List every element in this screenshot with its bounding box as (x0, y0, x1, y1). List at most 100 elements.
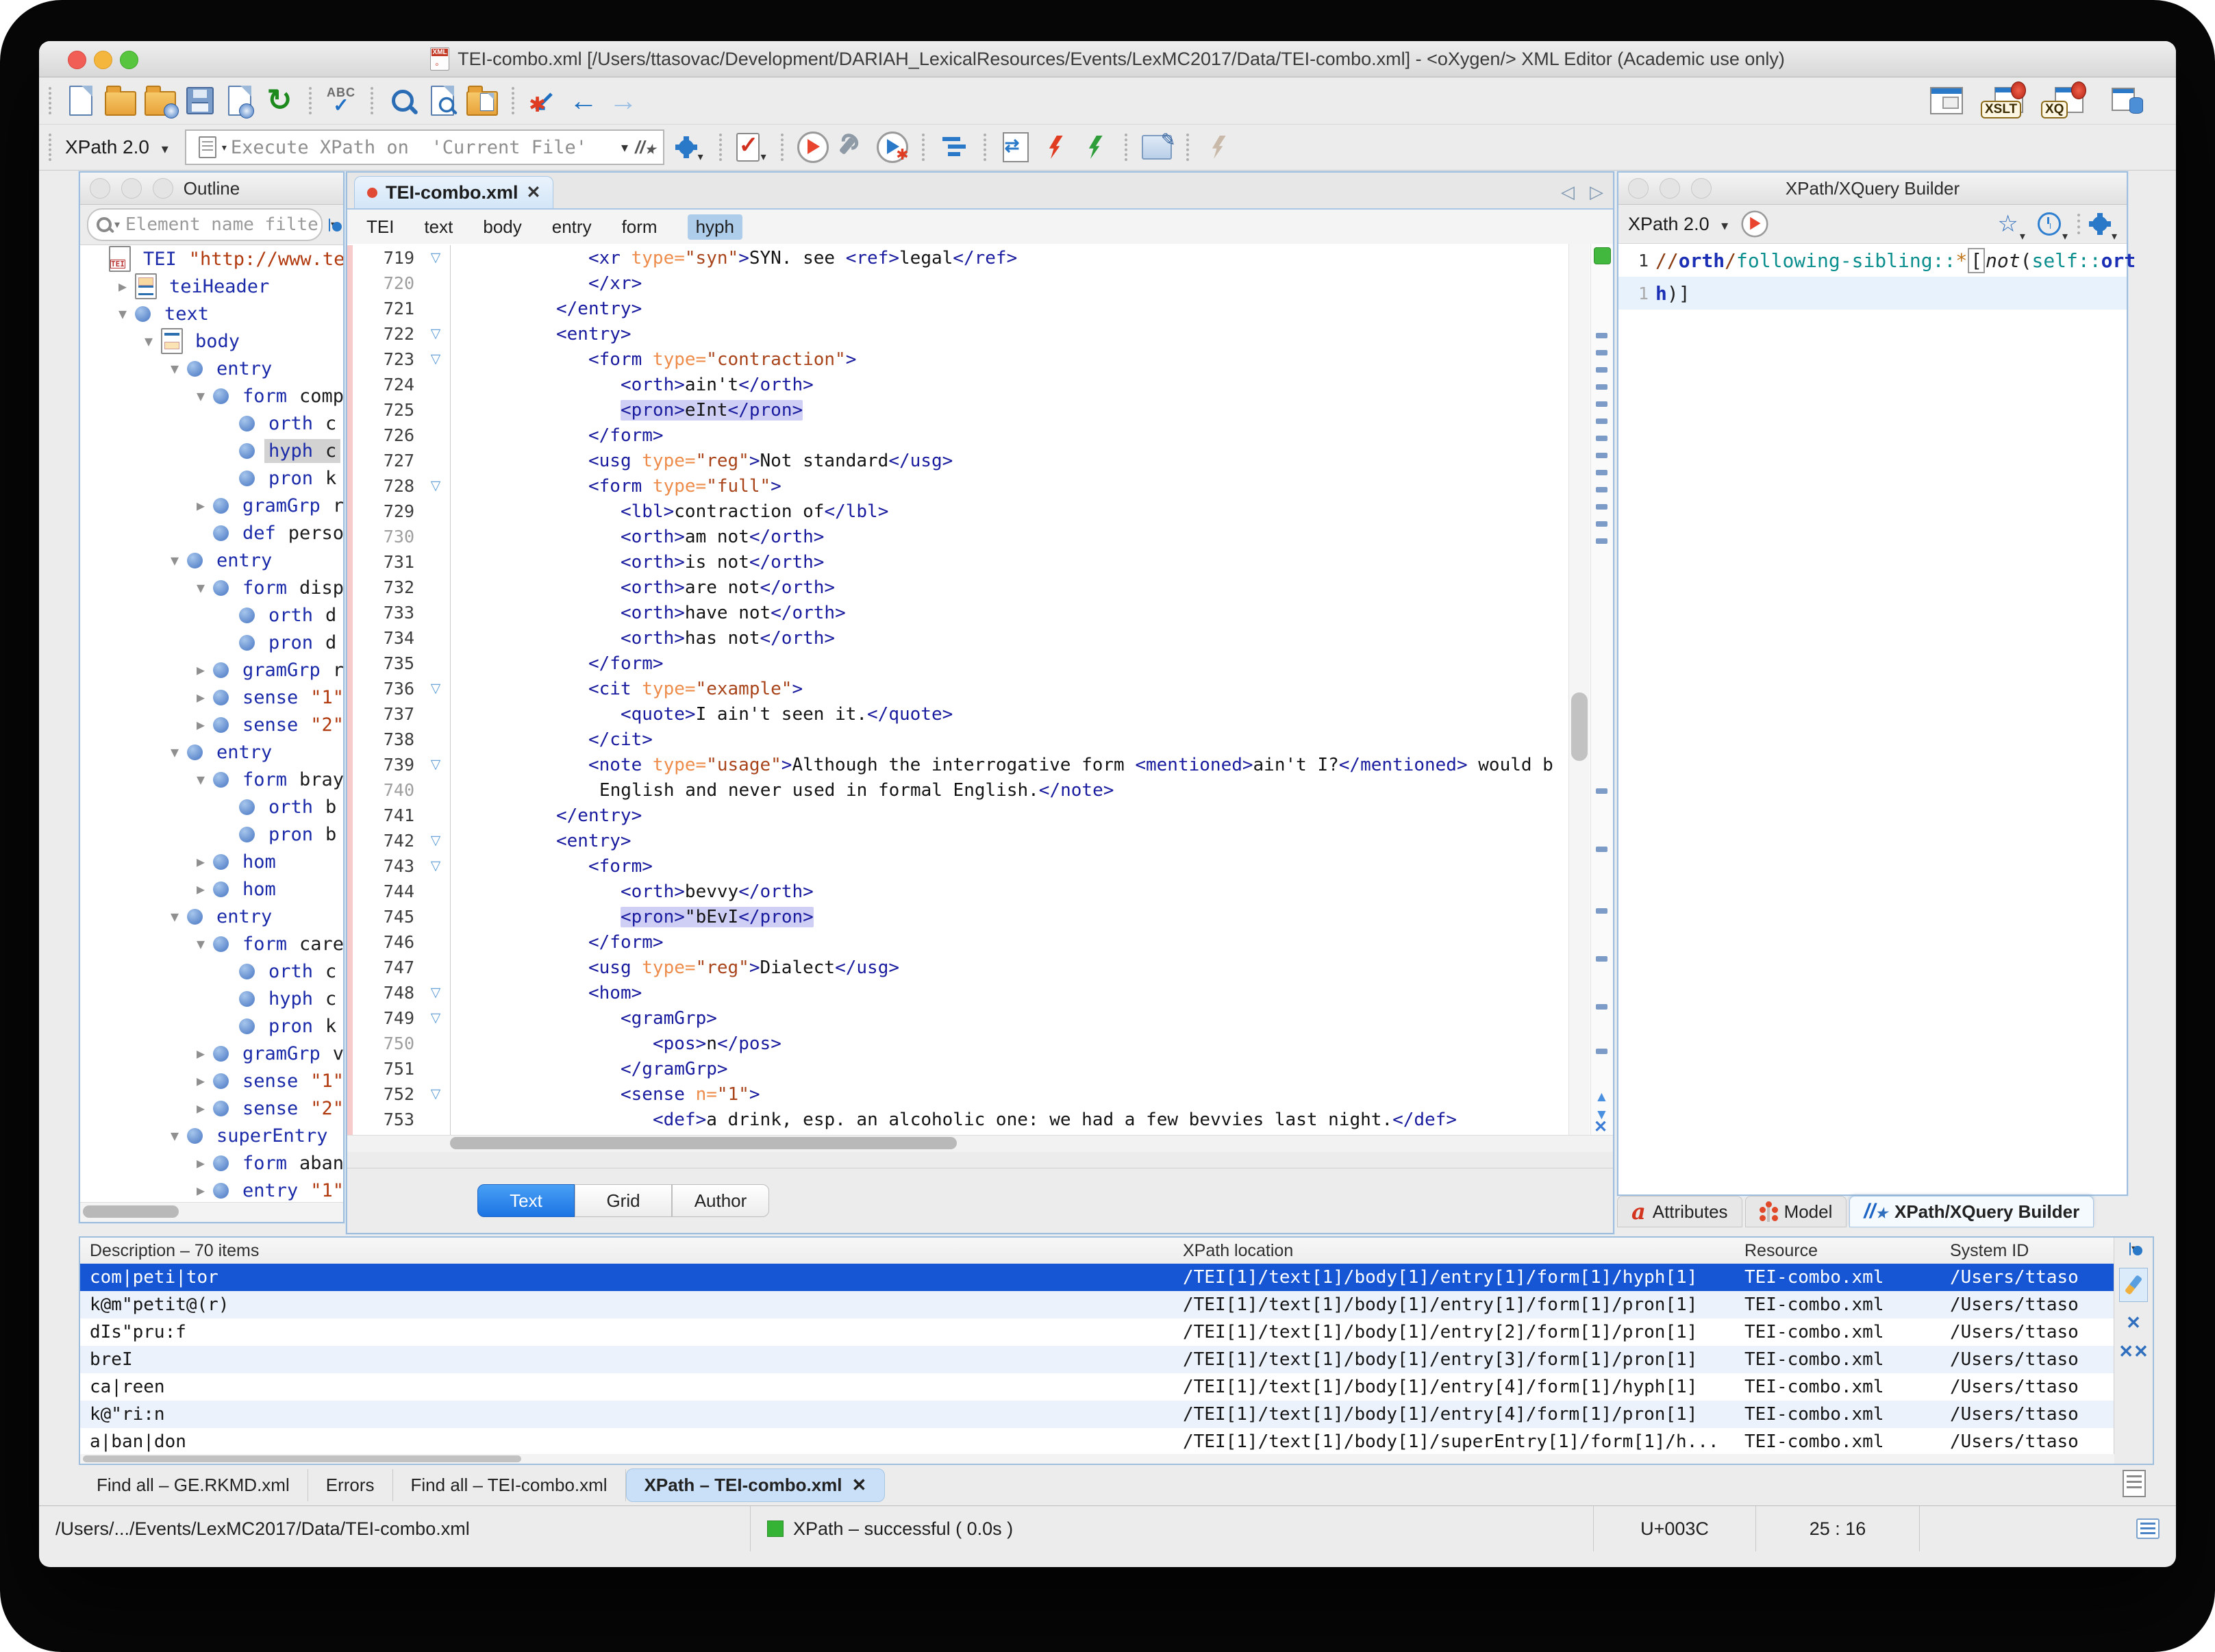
tab-attributes[interactable]: aAttributes (1617, 1196, 1742, 1227)
code-line-750[interactable]: 750<pos>n</pos> (347, 1031, 1568, 1056)
ruler-match-mark[interactable] (1596, 453, 1607, 458)
ruler-match-mark[interactable] (1596, 487, 1607, 492)
back-button[interactable]: ← (567, 84, 600, 117)
result-row[interactable]: breI/TEI[1]/text[1]/body[1]/entry[3]/for… (80, 1346, 2114, 1373)
outline-tree-item-TEI[interactable]: TEI"http://www.tei- (80, 245, 343, 273)
expanded-arrow-icon[interactable]: ▼ (162, 908, 187, 925)
fold-toggle-icon[interactable]: ▽ (421, 321, 451, 347)
editor-horizontal-scrollbar[interactable] (347, 1135, 1613, 1152)
code-line-748[interactable]: 748▽<hom> (347, 980, 1568, 1005)
expanded-arrow-icon[interactable]: ▼ (136, 333, 161, 349)
collapsed-arrow-icon[interactable]: ▶ (188, 662, 213, 678)
fold-toggle-icon[interactable]: ▽ (421, 752, 451, 777)
outline-tree-item-superEntry[interactable]: ▼superEntry (80, 1122, 343, 1149)
apply-transformation-button[interactable] (797, 131, 829, 164)
collapsed-arrow-icon[interactable]: ▶ (188, 1073, 213, 1089)
outline-tree-item-form[interactable]: ▼formcare (80, 930, 343, 958)
column-resource[interactable]: Resource (1744, 1241, 1950, 1261)
xpath-expression-line[interactable]: 1h)] (1618, 277, 2127, 310)
history-clock-button[interactable] (2038, 212, 2061, 236)
tab-model[interactable]: Model (1745, 1196, 1847, 1227)
fold-toggle-icon[interactable]: ▽ (421, 980, 451, 1005)
ruler-match-mark[interactable] (1596, 350, 1607, 355)
breadcrumb-item-text[interactable]: text (424, 216, 453, 238)
outline-tree-item-pron[interactable]: pronb (80, 821, 343, 848)
fold-toggle-icon[interactable]: ▽ (421, 676, 451, 701)
result-row[interactable]: a|ban|don/TEI[1]/text[1]/body[1]/superEn… (80, 1428, 2114, 1454)
results-report-icon[interactable] (2123, 1470, 2146, 1497)
builder-settings-button[interactable] (2090, 214, 2110, 234)
result-row[interactable]: dIs"pru:f/TEI[1]/text[1]/body[1]/entry[2… (80, 1318, 2114, 1346)
format-indent-button[interactable] (938, 131, 971, 164)
breadcrumb-item-body[interactable]: body (483, 216, 521, 238)
editor-vertical-scrollbar[interactable] (1568, 244, 1590, 1136)
outline-horizontal-scrollbar[interactable] (80, 1202, 343, 1222)
code-line-745[interactable]: 745<pron>"bEvI</pron> (347, 904, 1568, 929)
code-line-746[interactable]: 746</form> (347, 929, 1568, 955)
outline-tree-item-orth[interactable]: orthb (80, 793, 343, 821)
open-button[interactable] (104, 84, 137, 117)
code-line-740[interactable]: 740English and never used in formal Engl… (347, 777, 1568, 803)
find-in-files-button[interactable] (426, 84, 459, 117)
fold-toggle-icon[interactable]: ▽ (421, 473, 451, 499)
expanded-arrow-icon[interactable]: ▼ (162, 552, 187, 568)
debug-xslt-button[interactable]: XSLT (1990, 84, 2023, 117)
ruler-match-mark[interactable] (1596, 401, 1607, 407)
expanded-arrow-icon[interactable]: ▼ (110, 305, 135, 322)
ruler-match-mark[interactable] (1596, 367, 1607, 373)
code-line-721[interactable]: 721</entry> (347, 296, 1568, 321)
debug-xquery-button[interactable]: XQ (2051, 84, 2083, 117)
outline-tree-item-hom[interactable]: ▶hom (80, 848, 343, 875)
expanded-arrow-icon[interactable]: ▼ (162, 744, 187, 760)
scrollbar-thumb[interactable] (1571, 692, 1588, 761)
outline-tree-item-pron[interactable]: pronk (80, 1012, 343, 1040)
outline-tree-item-form[interactable]: ▶formaban (80, 1149, 343, 1177)
column-description[interactable]: Description – 70 items (80, 1241, 1183, 1261)
code-line-719[interactable]: 719▽<xr type="syn">SYN. see <ref>legal</… (347, 245, 1568, 271)
fold-toggle-icon[interactable]: ▽ (421, 1005, 451, 1031)
xpath-settings-button[interactable]: ▾ (673, 131, 706, 164)
code-line-741[interactable]: 741</entry> (347, 803, 1568, 828)
outline-tree-item-hyph[interactable]: hyphc (80, 985, 343, 1012)
code-line-739[interactable]: 739▽<note type="usage">Although the inte… (347, 752, 1568, 777)
fold-toggle-icon[interactable]: ▽ (421, 828, 451, 853)
open-url-button[interactable] (144, 84, 177, 117)
collapsed-arrow-icon[interactable]: ▶ (110, 278, 135, 295)
collapsed-arrow-icon[interactable]: ▶ (188, 853, 213, 870)
outline-tree-item-entry[interactable]: ▼entry (80, 355, 343, 382)
outline-settings-button[interactable]: ▾ (329, 218, 336, 231)
next-match-arrow[interactable]: ▼ (1594, 1108, 1609, 1122)
code-line-733[interactable]: 733<orth>have not</orth> (347, 600, 1568, 625)
outline-tree-item-form[interactable]: ▼formcomp (80, 382, 343, 410)
code-line-749[interactable]: 749▽<gramGrp> (347, 1005, 1568, 1031)
collapsed-arrow-icon[interactable]: ▶ (188, 716, 213, 733)
outline-tree-item-entry[interactable]: ▼entry (80, 738, 343, 766)
find-replace-button[interactable] (386, 84, 419, 117)
code-line-725[interactable]: 725<pron>eInt</pron> (347, 397, 1568, 423)
result-row[interactable]: k@"ri:n/TEI[1]/text[1]/body[1]/entry[4]/… (80, 1401, 2114, 1428)
expanded-arrow-icon[interactable]: ▼ (188, 771, 213, 788)
reload-button[interactable]: ↻ (263, 84, 296, 117)
expanded-arrow-icon[interactable]: ▼ (188, 388, 213, 404)
code-line-742[interactable]: 742▽<entry> (347, 828, 1568, 853)
close-tab-icon[interactable]: ✕ (527, 182, 541, 203)
builder-panel-header[interactable]: XPath/XQuery Builder (1618, 173, 2127, 205)
bottom-tab-find-all-tei-combo-xml[interactable]: Find all – TEI-combo.xml (393, 1469, 626, 1501)
code-line-743[interactable]: 743▽<form> (347, 853, 1568, 879)
ruler-match-mark[interactable] (1596, 504, 1607, 510)
collapsed-arrow-icon[interactable]: ▶ (188, 1155, 213, 1171)
result-row[interactable]: k@m"petit@(r)/TEI[1]/text[1]/body[1]/ent… (80, 1291, 2114, 1318)
collapsed-arrow-icon[interactable]: ▶ (188, 497, 213, 514)
save-to-url-button[interactable] (223, 84, 256, 117)
code-area[interactable]: 719▽<xr type="syn">SYN. see <ref>legal</… (347, 244, 1613, 1136)
ruler-match-mark[interactable] (1596, 1049, 1607, 1054)
bottom-tab-find-all-ge-rkmd-xml[interactable]: Find all – GE.RKMD.xml (79, 1469, 308, 1501)
xpath-expression-combo[interactable]: ▾ Execute XPath on 'Current File' ▾ //★ (185, 129, 664, 165)
fold-toggle-icon[interactable]: ▽ (421, 245, 451, 271)
remove-all-button[interactable]: ✕✕ (2118, 1343, 2149, 1360)
save-button[interactable] (184, 84, 216, 117)
editor-layout-button[interactable] (1930, 84, 1963, 117)
debug-scenario-button[interactable]: ✱ (876, 131, 909, 164)
execute-xpath-button[interactable] (1742, 210, 1768, 237)
element-name-filter-input[interactable]: ▾ Element name filter (87, 208, 323, 241)
